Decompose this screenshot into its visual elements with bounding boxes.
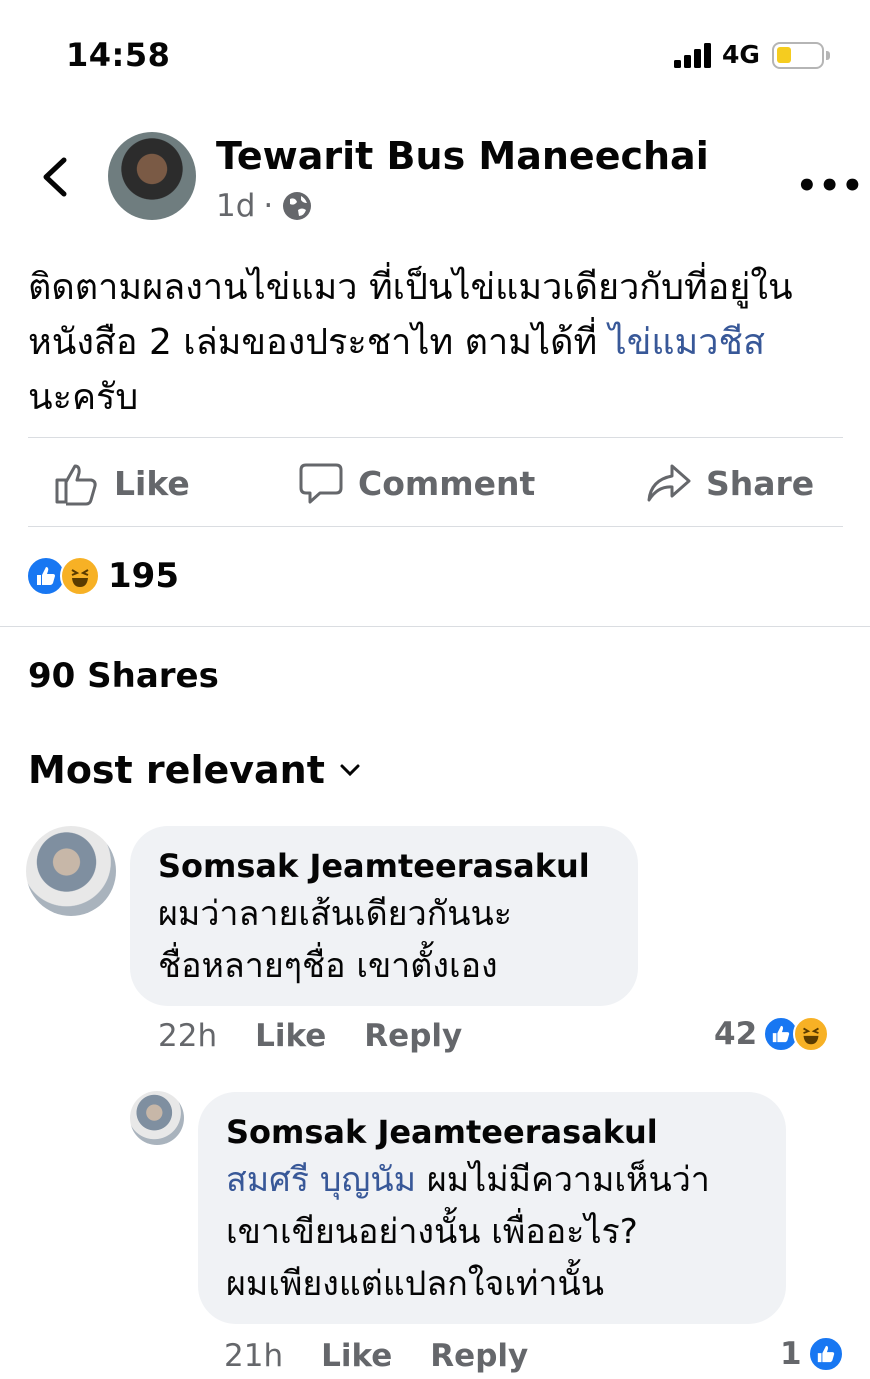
post-author-name[interactable]: Tewarit Bus Maneechai bbox=[216, 134, 709, 178]
cellular-signal-icon bbox=[674, 42, 714, 68]
commenter-name[interactable]: Somsak Jeamteerasakul bbox=[226, 1110, 758, 1154]
chevron-down-icon bbox=[340, 764, 360, 777]
post-text: ติดตามผลงานไข่แมว ที่เป็นไข่แมวเดียวกับท… bbox=[28, 260, 848, 425]
divider bbox=[28, 526, 843, 527]
comment-like-button[interactable]: Like bbox=[321, 1338, 392, 1374]
haha-icon bbox=[60, 556, 100, 596]
meta-separator: · bbox=[263, 188, 274, 224]
post-text-line: ติดตามผลงานไข่แมว ที่เป็นไข่แมวเดียวกับท… bbox=[28, 267, 793, 308]
divider bbox=[28, 437, 843, 438]
comment-reactions[interactable]: 42 bbox=[714, 1016, 830, 1052]
comment-text-segment: ผมไม่มีความเห็นว่า bbox=[416, 1160, 710, 1200]
post-author-avatar[interactable] bbox=[108, 132, 196, 220]
share-label: Share bbox=[706, 463, 815, 503]
reply-bubble: Somsak Jeamteerasakul สมศรี บุญนัม ผมไม่… bbox=[198, 1092, 786, 1324]
network-type: 4G bbox=[722, 40, 760, 69]
comment-text: สมศรี บุญนัม ผมไม่มีความเห็นว่า เขาเขียน… bbox=[226, 1154, 758, 1310]
comment-sort-dropdown[interactable]: Most relevant bbox=[28, 748, 361, 792]
comment-button[interactable]: Comment bbox=[298, 458, 535, 508]
post-meta: 1d · bbox=[216, 188, 313, 224]
comment-reactions[interactable]: 1 bbox=[780, 1336, 844, 1372]
mention-link[interactable]: สมศรี บุญนัม bbox=[226, 1160, 416, 1200]
like-label: Like bbox=[114, 463, 190, 503]
reaction-count: 195 bbox=[108, 556, 179, 596]
thumbs-up-icon bbox=[55, 464, 97, 506]
comment-bubble: Somsak Jeamteerasakul ผมว่าลายเส้นเดียวก… bbox=[130, 826, 638, 1006]
commenter-avatar[interactable] bbox=[26, 826, 116, 916]
shares-count[interactable]: 90 Shares bbox=[28, 656, 219, 696]
globe-icon bbox=[283, 192, 312, 220]
comment-text-line: เขาเขียนอย่างนั้น เพื่ออะไร? bbox=[226, 1212, 638, 1252]
comment-meta: 21h Like Reply bbox=[224, 1338, 528, 1374]
commenter-name[interactable]: Somsak Jeamteerasakul bbox=[158, 844, 610, 888]
back-button[interactable] bbox=[36, 152, 76, 202]
post-age[interactable]: 1d bbox=[216, 188, 255, 224]
comment-time[interactable]: 22h bbox=[158, 1018, 217, 1054]
sort-label: Most relevant bbox=[28, 748, 325, 792]
comment-reply-button[interactable]: Reply bbox=[430, 1338, 528, 1374]
post-text-line: หนังสือ 2 เล่มของประชาไท ตามได้ที่ ไข่แม… bbox=[28, 315, 848, 370]
comment-text-line: ชื่อหลายๆชื่อ เขาตั้งเอง bbox=[158, 946, 498, 986]
chevron-left-icon bbox=[43, 157, 67, 197]
post-link[interactable]: ไข่แมวชีส bbox=[609, 322, 765, 363]
status-time: 14:58 bbox=[66, 36, 171, 74]
comment-text-line: สมศรี บุญนัม ผมไม่มีความเห็นว่า bbox=[226, 1154, 758, 1206]
comment-reaction-count: 42 bbox=[714, 1016, 758, 1052]
post-text-line: นะครับ bbox=[28, 377, 139, 418]
comment-time[interactable]: 21h bbox=[224, 1338, 283, 1374]
comment-text-line: ผมเพียงแต่แปลกใจเท่านั้น bbox=[226, 1264, 604, 1304]
comment-reaction-count: 1 bbox=[780, 1336, 802, 1372]
battery-icon bbox=[772, 42, 830, 69]
post-text-segment: หนังสือ 2 เล่มของประชาไท ตามได้ที่ bbox=[28, 322, 609, 363]
section-divider bbox=[0, 626, 870, 627]
haha-icon bbox=[793, 1016, 830, 1052]
reactions-summary[interactable]: 195 bbox=[26, 556, 179, 596]
share-button[interactable]: Share bbox=[646, 458, 814, 508]
comment-text: ผมว่าลายเส้นเดียวกันนะ ชื่อหลายๆชื่อ เขา… bbox=[158, 888, 610, 992]
comment-icon bbox=[299, 463, 343, 504]
more-options-button[interactable]: ••• bbox=[796, 166, 864, 206]
share-arrow-icon bbox=[647, 464, 691, 502]
comment-label: Comment bbox=[358, 463, 536, 503]
comment-reply-button[interactable]: Reply bbox=[364, 1018, 462, 1054]
like-button[interactable]: Like bbox=[54, 458, 190, 508]
like-icon bbox=[807, 1336, 844, 1372]
comment-text-line: ผมว่าลายเส้นเดียวกันนะ bbox=[158, 894, 513, 934]
comment-like-button[interactable]: Like bbox=[255, 1018, 326, 1054]
reply-avatar[interactable] bbox=[130, 1091, 184, 1145]
comment-meta: 22h Like Reply bbox=[158, 1018, 462, 1054]
